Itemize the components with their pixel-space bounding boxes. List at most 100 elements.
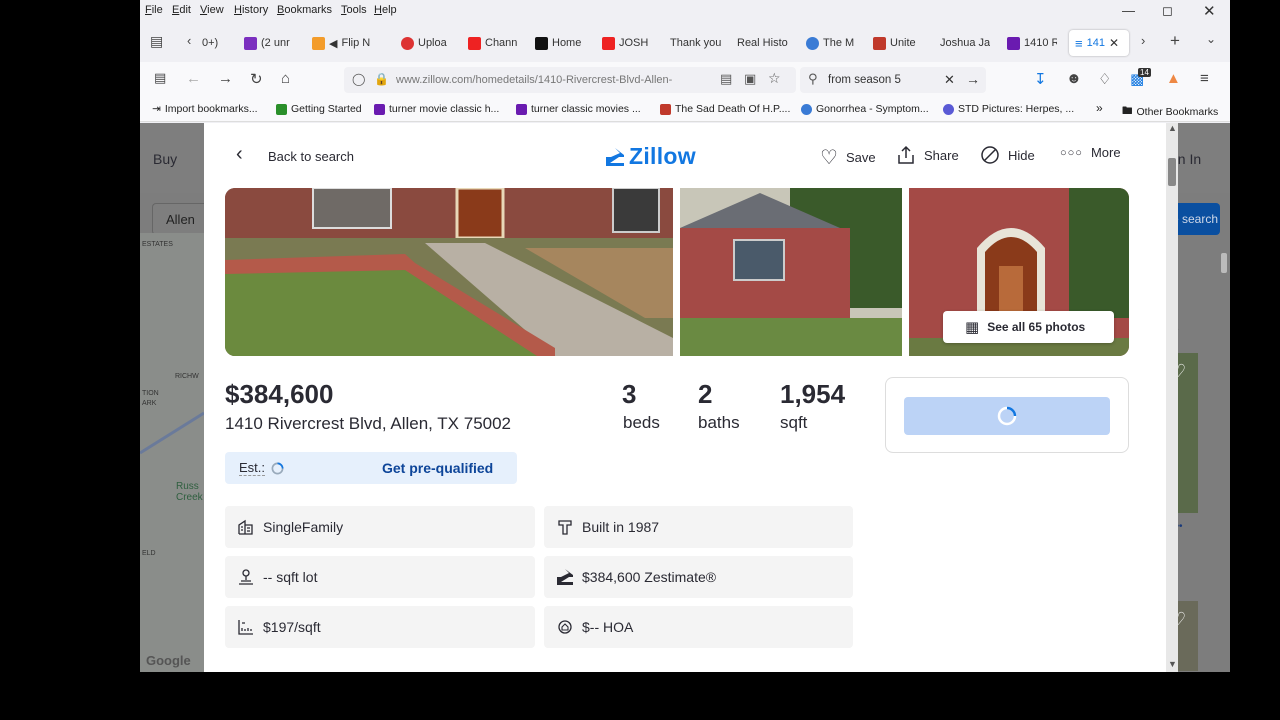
back-to-search-link[interactable]: Back to search: [268, 149, 354, 164]
main-photo[interactable]: [225, 188, 673, 356]
contact-agent-button-loading[interactable]: [904, 397, 1110, 435]
menu-help[interactable]: Help: [374, 4, 397, 16]
share-button[interactable]: Share: [896, 145, 959, 165]
tab-7[interactable]: Thank you: [670, 30, 722, 56]
see-all-photos-button[interactable]: ▦ See all 65 photos: [943, 311, 1114, 343]
screenshot-icon[interactable]: ▣: [744, 71, 756, 87]
x-icon: [535, 36, 548, 50]
fact-zestimate: $384,600 Zestimate®: [544, 556, 853, 598]
tab-scroll-right-icon[interactable]: ›: [1141, 33, 1145, 48]
yahoo-icon: [516, 103, 527, 115]
photo-2[interactable]: [680, 188, 902, 356]
search-input[interactable]: from season 5: [828, 74, 901, 86]
bookmark-label: Import bookmarks...: [164, 103, 258, 115]
bookmark-std[interactable]: STD Pictures: Herpes, ...: [943, 103, 1074, 115]
bookmark-sad-death[interactable]: The Sad Death Of H.P....: [660, 103, 790, 115]
bookmark-turner-1[interactable]: turner movie classic h...: [374, 103, 499, 115]
tab-12[interactable]: 1410 R: [1007, 30, 1057, 56]
more-bookmarks-icon[interactable]: »: [1096, 101, 1103, 115]
menu-history[interactable]: History: [234, 4, 268, 16]
price: $384,600: [225, 379, 334, 409]
zillow-logo[interactable]: Zillow: [605, 143, 696, 170]
bookmark-turner-2[interactable]: turner classic movies ...: [516, 103, 641, 115]
menu-file[interactable]: File: [145, 4, 163, 16]
tab-list-icon[interactable]: ⌄: [1206, 32, 1216, 46]
est-label[interactable]: Est.:: [239, 460, 266, 476]
menu-edit[interactable]: Edit: [172, 4, 191, 16]
bookmark-other[interactable]: 🖿 Other Bookmarks: [1122, 103, 1218, 121]
est-loading-spinner-icon: [271, 462, 284, 475]
back-chevron-icon[interactable]: ‹: [236, 143, 243, 166]
bookmark-label: The Sad Death Of H.P....: [675, 103, 791, 115]
more-button[interactable]: ○○○ More: [1060, 145, 1121, 160]
reader-view-icon[interactable]: ▤: [720, 71, 732, 87]
scroll-down-icon[interactable]: ▼: [1168, 659, 1177, 669]
tab-5[interactable]: Home: [535, 30, 585, 56]
megaphone-icon[interactable]: ▲: [1166, 70, 1181, 87]
fact-label: Built in 1987: [582, 519, 660, 535]
tab-1[interactable]: (2 unr: [244, 30, 304, 56]
bookmark-gonorrhea[interactable]: Gonorrhea - Symptom...: [801, 103, 929, 115]
fact-hoa: $-- HOA: [544, 606, 853, 648]
get-prequalified-link[interactable]: Get pre-qualified: [382, 460, 493, 476]
tab-overview-icon[interactable]: ▤: [150, 33, 163, 50]
sqft-label: sqft: [780, 413, 808, 432]
zillow-logo-text: Zillow: [629, 143, 696, 169]
menu-bookmarks[interactable]: Bookmarks: [277, 4, 332, 16]
bg-search-text: Allen: [166, 212, 195, 227]
tab-13-active[interactable]: ≡ 141 ✕: [1069, 30, 1129, 56]
close-window-icon[interactable]: ✕: [1203, 2, 1216, 20]
save-button[interactable]: ♡ Save: [820, 145, 876, 170]
bookmark-getting-started[interactable]: Getting Started: [276, 103, 362, 115]
account-icon[interactable]: ☻: [1066, 70, 1082, 87]
downloads-icon[interactable]: ↧: [1034, 70, 1047, 88]
extensions-icon[interactable]: ♢: [1098, 70, 1111, 88]
maximize-icon[interactable]: ◻: [1162, 3, 1173, 19]
search-bar[interactable]: ⚲ from season 5 ✕ →: [800, 67, 986, 93]
tab-label: Thank you: [670, 37, 722, 49]
bg-search-input: Allen: [152, 203, 204, 235]
tab-8[interactable]: Real Histo: [737, 30, 789, 56]
tab-3[interactable]: Uploa: [401, 30, 461, 56]
clear-search-icon[interactable]: ✕: [944, 72, 955, 88]
bookmark-import[interactable]: ⇥ Import bookmarks...: [152, 103, 258, 115]
scrollbar-thumb[interactable]: [1168, 158, 1176, 186]
back-icon[interactable]: ←: [186, 70, 201, 87]
shield-icon[interactable]: ◯: [352, 72, 365, 86]
fact-label: -- sqft lot: [263, 569, 318, 585]
url-bar[interactable]: ◯ 🔒 www.zillow.com/homedetails/1410-Rive…: [344, 67, 796, 93]
home-icon[interactable]: ⌂: [281, 70, 290, 87]
fact-label: SingleFamily: [263, 519, 344, 535]
tab-10[interactable]: Unite: [873, 30, 923, 56]
minimize-icon[interactable]: —: [1122, 3, 1135, 18]
url-text[interactable]: www.zillow.com/homedetails/1410-Rivercre…: [396, 74, 672, 86]
scroll-up-icon[interactable]: ▲: [1168, 123, 1177, 133]
sidebar-icon[interactable]: ▤: [154, 70, 166, 86]
tab-close-icon[interactable]: ✕: [1109, 36, 1119, 50]
app-menu-icon[interactable]: ≡: [1200, 70, 1209, 87]
menu-view[interactable]: View: [200, 4, 224, 16]
search-go-icon[interactable]: →: [966, 71, 980, 87]
bg-buy-link: Buy: [153, 151, 178, 167]
bookmark-star-icon[interactable]: ☆: [768, 70, 781, 87]
tab-4[interactable]: Chann: [468, 30, 528, 56]
tab-2[interactable]: ◀ Flip N: [312, 30, 382, 56]
new-tab-icon[interactable]: +: [1170, 31, 1180, 51]
tab-9[interactable]: The M: [806, 30, 860, 56]
bookmark-label: turner movie classic h...: [389, 103, 500, 115]
forward-icon[interactable]: →: [218, 70, 233, 87]
tab-0[interactable]: 0+): [202, 30, 228, 56]
hide-button[interactable]: Hide: [980, 145, 1035, 165]
tab-11[interactable]: Joshua Jal: [940, 30, 990, 56]
tab-label: 1410 R: [1024, 37, 1057, 49]
reload-icon[interactable]: ↻: [250, 70, 263, 88]
menu-bar: File Edit View History Bookmarks Tools H…: [140, 0, 1230, 22]
tab-label: Unite: [890, 37, 916, 49]
page-scrollbar-thumb[interactable]: [1221, 253, 1227, 273]
lock-icon[interactable]: 🔒: [374, 72, 389, 86]
menu-tools[interactable]: Tools: [341, 4, 367, 16]
tab-scroll-left-icon[interactable]: ‹: [187, 33, 191, 48]
modal-scrollbar[interactable]: ▲ ▼: [1166, 123, 1178, 672]
tab-6[interactable]: JOSH: [602, 30, 652, 56]
baths-count: 2: [698, 379, 713, 409]
